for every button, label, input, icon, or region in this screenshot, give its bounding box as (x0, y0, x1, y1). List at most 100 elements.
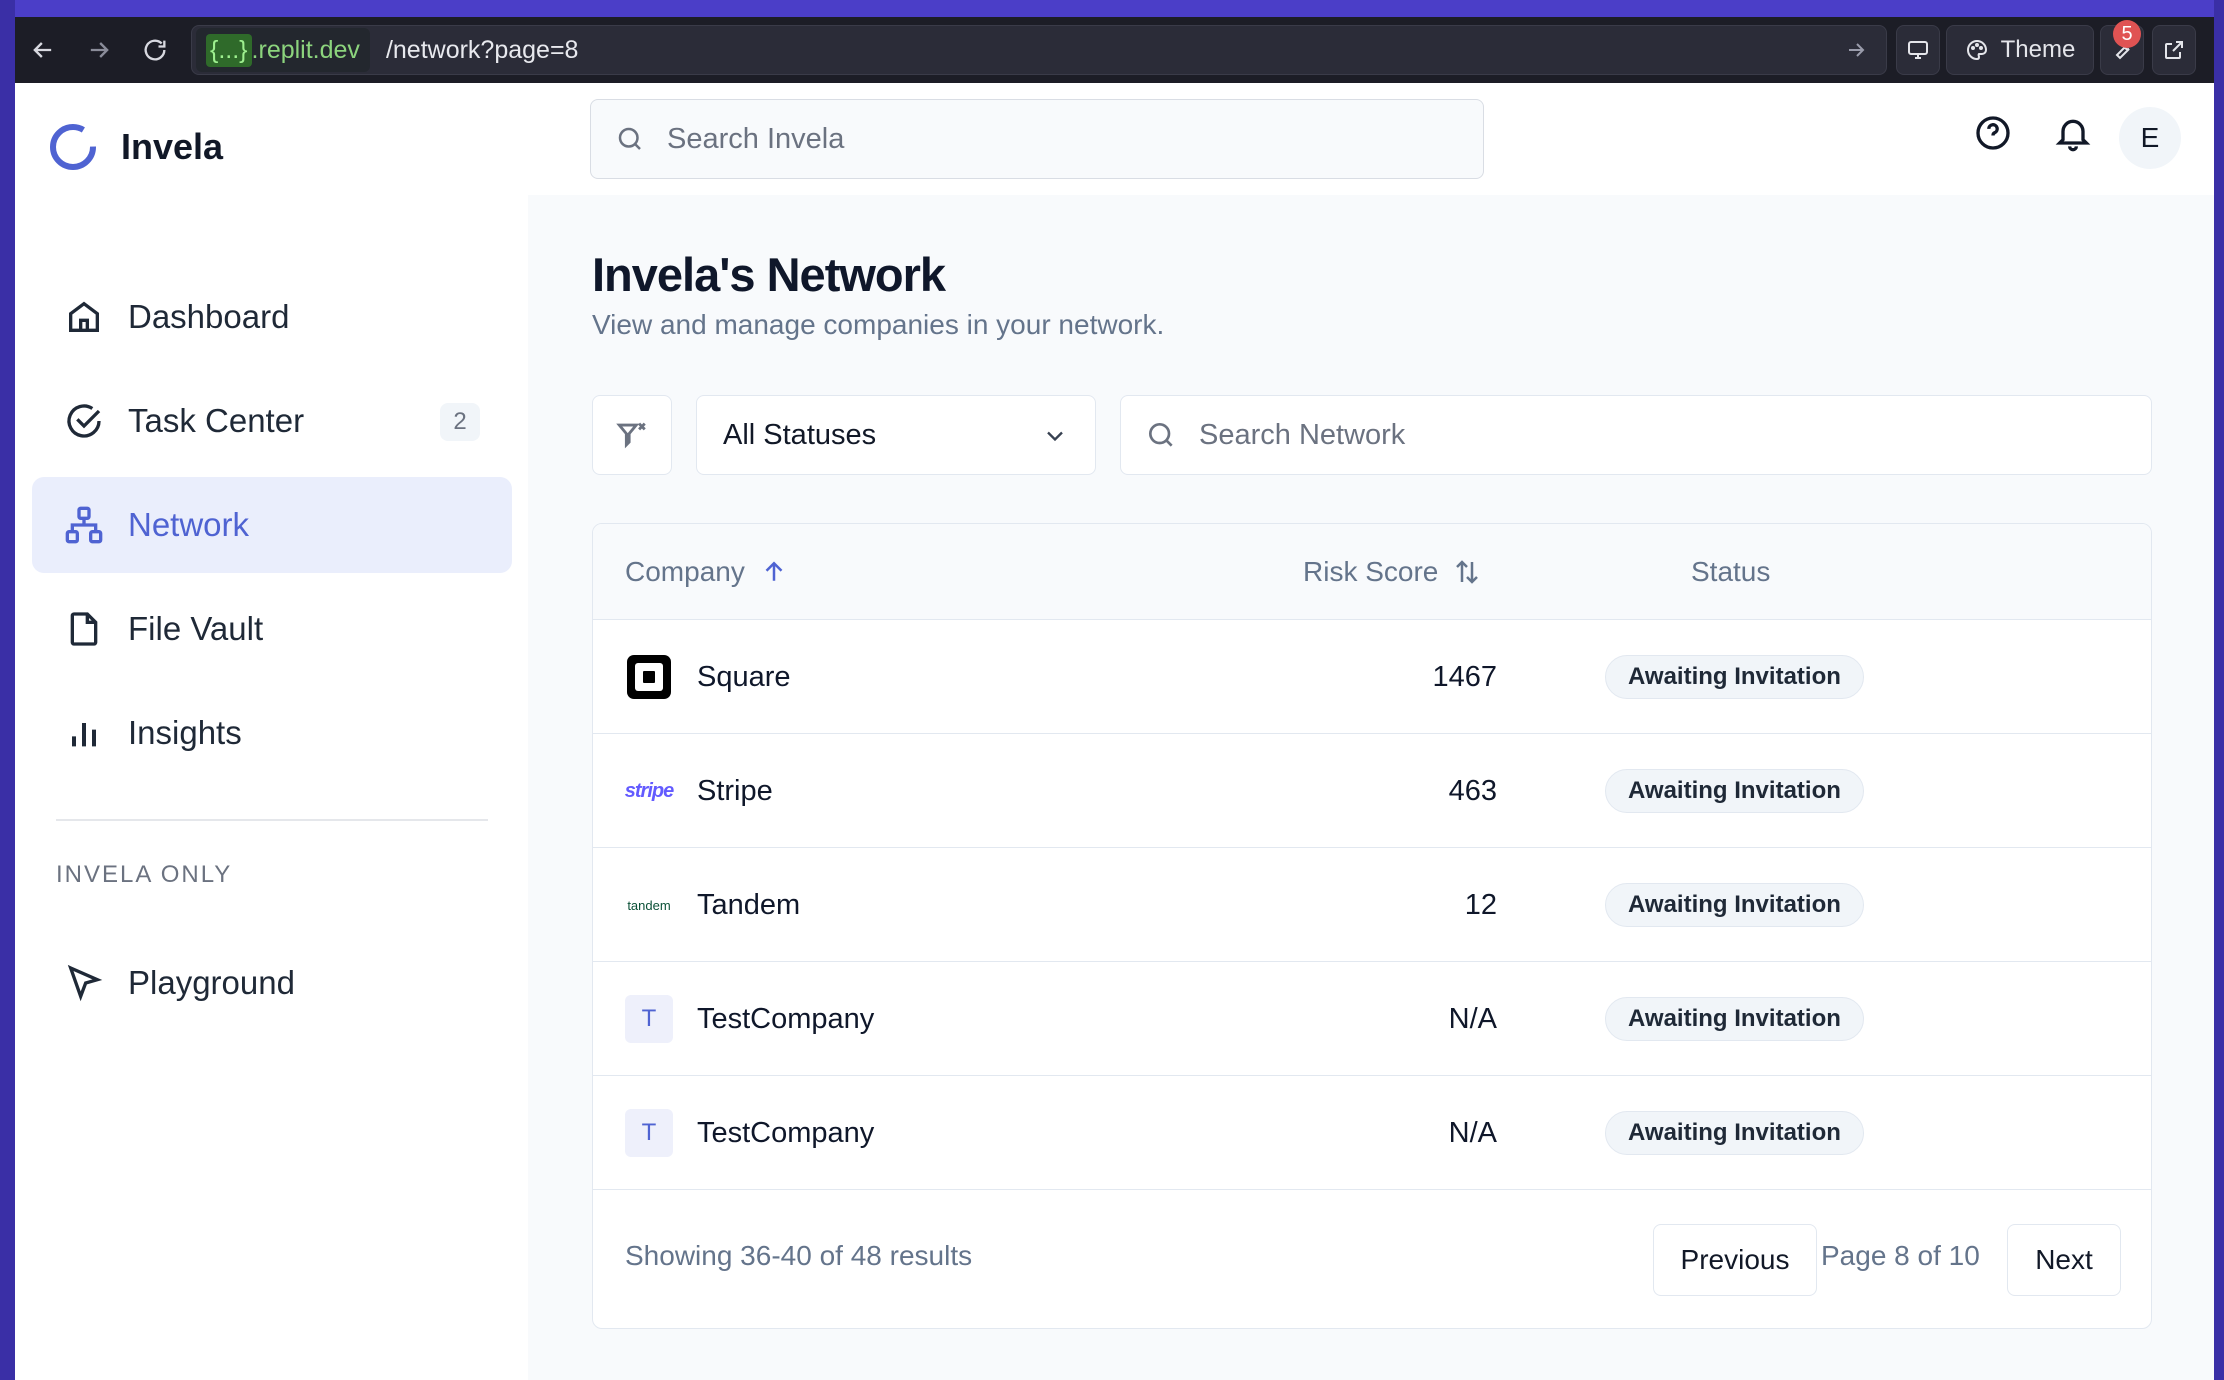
status-badge: Awaiting Invitation (1605, 997, 1864, 1041)
table-footer: Showing 36-40 of 48 results Previous Pag… (593, 1190, 2151, 1328)
monitor-icon (1908, 41, 1928, 59)
user-avatar[interactable]: E (2119, 107, 2181, 169)
network-table: Company Risk Score Status Square 1467 Aw… (592, 523, 2152, 1329)
status-badge: Awaiting Invitation (1605, 655, 1864, 699)
company-cell: T TestCompany (625, 1076, 874, 1190)
url-path: /network?page=8 (385, 35, 579, 64)
palette-icon (1966, 39, 1987, 61)
company-name: Stripe (697, 774, 773, 807)
sidebar-item-label: Insights (128, 714, 242, 751)
sidebar-section-label: INVELA ONLY (56, 861, 233, 888)
filter-clear-icon (616, 422, 646, 449)
task-count-badge: 2 (440, 403, 480, 441)
network-search-placeholder: Search Network (1199, 418, 1406, 451)
sidebar-item-network[interactable]: Network (32, 477, 512, 573)
check-circle-icon (67, 404, 101, 438)
app-window: Invela Dashboard Task Center 2 Network F… (15, 83, 2214, 1380)
sidebar-item-file-vault[interactable]: File Vault (32, 581, 512, 677)
status-filter-value: All Statuses (723, 418, 877, 451)
app-name: Invela (121, 126, 224, 167)
top-header: Search Invela E (528, 83, 2214, 195)
sidebar-item-label: Network (128, 506, 250, 543)
sidebar-item-label: Task Center (128, 402, 305, 439)
theme-button[interactable]: Theme (1946, 25, 2094, 75)
url-bar[interactable]: {...} .replit.dev /network?page=8 (191, 25, 1887, 75)
sidebar-item-dashboard[interactable]: Dashboard (32, 269, 512, 365)
sidebar-item-insights[interactable]: Insights (32, 685, 512, 781)
sidebar-item-label: File Vault (128, 610, 264, 647)
next-page-button[interactable]: Next (2007, 1224, 2121, 1296)
clear-filters-button[interactable] (592, 395, 672, 475)
url-host: {...} .replit.dev (196, 28, 370, 72)
column-header-label: Risk Score (1303, 556, 1439, 587)
risk-score: N/A (1448, 1116, 1497, 1149)
network-icon (65, 506, 103, 544)
back-button[interactable] (15, 17, 71, 83)
sidebar: Invela Dashboard Task Center 2 Network F… (15, 83, 528, 1380)
risk-score: 1467 (1432, 660, 1497, 693)
devtools-badge: 5 (2113, 20, 2141, 48)
sidebar-nav: Dashboard Task Center 2 Network File Vau… (32, 269, 512, 789)
open-new-tab-button[interactable] (2152, 25, 2196, 75)
status-badge: Awaiting Invitation (1605, 769, 1864, 813)
sidebar-item-playground[interactable]: Playground (32, 935, 512, 1031)
previous-page-button[interactable]: Previous (1653, 1224, 1817, 1296)
window-frame-right (2214, 0, 2224, 1380)
table-row[interactable]: T TestCompany N/A Awaiting Invitation (593, 1076, 2151, 1190)
column-header-company[interactable]: Company (625, 524, 789, 620)
reload-icon (144, 39, 166, 61)
results-summary: Showing 36-40 of 48 results (625, 1240, 973, 1271)
go-arrow-icon[interactable] (1844, 38, 1868, 62)
stripe-logo: stripe (625, 767, 674, 815)
risk-score: 463 (1448, 774, 1497, 807)
arrow-left-icon (33, 42, 52, 58)
company-name: TestCompany (697, 1116, 875, 1149)
column-header-status: Status (1691, 524, 1770, 620)
window-frame-left (0, 0, 15, 1380)
search-icon (1149, 423, 1173, 447)
global-search-input[interactable]: Search Invela (590, 99, 1484, 179)
column-header-risk-score[interactable]: Risk Score (1303, 524, 1482, 620)
square-logo (625, 653, 673, 701)
global-search-placeholder: Search Invela (667, 122, 845, 155)
theme-label: Theme (2000, 36, 2076, 63)
company-initial-avatar: T (625, 1109, 673, 1157)
table-row[interactable]: tandem Tandem 12 Awaiting Invitation (593, 848, 2151, 962)
device-preview-button[interactable] (1896, 25, 1940, 75)
devtools-button[interactable]: 5 (2100, 20, 2144, 75)
sidebar-nav-invela-only: Playground (32, 935, 512, 1039)
file-icon (70, 612, 98, 646)
external-link-icon (2165, 41, 2183, 59)
company-cell: stripe Stripe (625, 734, 773, 848)
sidebar-item-label: Dashboard (128, 298, 290, 335)
url-host-brace: {...} (206, 33, 252, 67)
company-initial-avatar: T (625, 995, 673, 1043)
search-icon (618, 127, 641, 150)
window-frame-top (0, 0, 2224, 17)
company-name: Square (697, 660, 791, 693)
app-logo[interactable]: Invela (47, 121, 223, 173)
network-search-input[interactable]: Search Network (1120, 395, 2152, 475)
home-icon (69, 301, 99, 332)
reload-button[interactable] (127, 17, 183, 83)
company-cell: tandem Tandem (625, 848, 800, 962)
tandem-logo: tandem (625, 881, 673, 929)
table-row[interactable]: T TestCompany N/A Awaiting Invitation (593, 962, 2151, 1076)
url-host-domain: .replit.dev (251, 35, 360, 64)
help-icon[interactable] (1973, 113, 2013, 153)
status-filter-select[interactable]: All Statuses (696, 395, 1096, 475)
sidebar-item-task-center[interactable]: Task Center 2 (32, 373, 512, 469)
table-row[interactable]: Square 1467 Awaiting Invitation (593, 620, 2151, 734)
browser-toolbar: {...} .replit.dev /network?page=8 Theme 5 (15, 17, 2214, 83)
company-name: Tandem (697, 888, 801, 921)
bell-icon[interactable] (2053, 113, 2093, 153)
tandem-logo-text: tandem (627, 897, 671, 913)
table-row[interactable]: stripe Stripe 463 Awaiting Invitation (593, 734, 2151, 848)
forward-button[interactable] (71, 17, 127, 83)
cursor-icon (67, 964, 103, 1002)
company-cell: Square (625, 620, 791, 734)
risk-score: N/A (1448, 1002, 1497, 1035)
page-indicator: Page 8 of 10 (1821, 1240, 1980, 1271)
table-header: Company Risk Score Status (593, 524, 2151, 620)
chevron-down-icon (1047, 431, 1063, 442)
